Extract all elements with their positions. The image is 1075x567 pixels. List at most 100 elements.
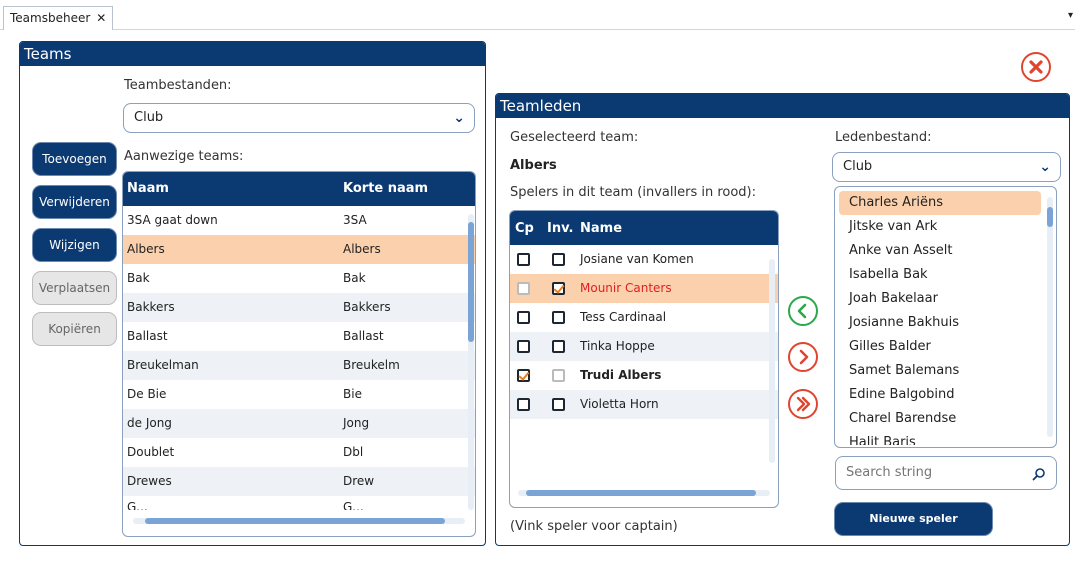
column-header-name[interactable]: Name [580,221,622,236]
column-header-cp[interactable]: Cp [515,221,534,236]
player-name: Josiane van Komen [580,252,694,266]
wijzigen-button[interactable]: Wijzigen [33,229,116,261]
player-name: Tinka Hoppe [580,339,655,353]
column-header-naam[interactable]: Naam [127,181,169,196]
kopieren-button[interactable]: Kopiëren [33,313,116,345]
teambestanden-value: Club [134,110,164,125]
list-item[interactable]: Gilles Balder [839,335,1041,359]
team-short-name: Ballast [343,329,384,343]
player-row-selected[interactable]: Mounir Canters [510,274,778,303]
vertical-scrollbar[interactable] [1047,197,1053,437]
team-name: Albers [127,242,165,256]
team-short-name: Albers [343,242,381,256]
team-short-name: Bie [343,387,362,401]
table-row[interactable]: Drewes Drew [123,467,475,496]
close-tab-icon[interactable]: ✕ [96,11,106,25]
player-row[interactable]: Tinka Hoppe [510,332,778,361]
add-to-team-button[interactable] [788,296,818,326]
table-row[interactable]: 3SA gaat down 3SA [123,206,475,235]
chevron-left-icon [797,303,807,319]
table-row-selected[interactable]: Albers Albers [123,235,475,264]
table-row[interactable]: Bak Bak [123,264,475,293]
list-item-selected[interactable]: Charles Ariëns [839,191,1041,215]
vertical-scrollbar[interactable] [468,214,474,510]
table-row[interactable]: Bakkers Bakkers [123,293,475,322]
list-item[interactable]: Joah Bakelaar [839,287,1041,311]
table-row[interactable]: de Jong Jong [123,409,475,438]
players-table-header: Cp Inv. Name [510,211,778,245]
team-short-name: Jong [343,416,370,430]
tab-teamsbeheer[interactable]: Teamsbeheer ✕ [3,6,114,30]
scrollbar-thumb[interactable] [145,518,445,524]
team-short-name: Bak [343,271,366,285]
table-row[interactable]: Doublet Dbl [123,438,475,467]
ledenbestand-label: Ledenbestand: [835,130,932,145]
team-name: Doublet [127,445,175,459]
player-row[interactable]: Tess Cardinaal [510,303,778,332]
table-row[interactable]: Breukelman Breukelm [123,351,475,380]
nieuwe-speler-toevoegen-button[interactable]: Nieuwe speler toevoegen [835,503,992,557]
table-row[interactable]: G... G... [123,496,475,510]
list-item[interactable]: Edine Balgobind [839,383,1041,407]
verwijderen-button[interactable]: Verwijderen [33,186,116,218]
list-item[interactable]: Jitske van Ark [839,215,1041,239]
player-name: Trudi Albers [580,368,662,382]
scrollbar-thumb[interactable] [1047,207,1053,227]
list-item[interactable]: Josianne Bakhuis [839,311,1041,335]
ledenbestand-select[interactable]: Club ⌄ [832,152,1061,182]
horizontal-scrollbar[interactable] [133,518,465,524]
spelers-label: Spelers in dit team (invallers in rood): [510,185,757,200]
team-name: Bak [127,271,150,285]
captain-checkbox[interactable] [517,311,530,324]
team-name: de Jong [127,416,172,430]
invaller-checkbox[interactable] [552,311,565,324]
player-row[interactable]: Josiane van Komen [510,245,778,274]
table-row[interactable]: Ballast Ballast [123,322,475,351]
team-name: Breukelman [127,358,199,372]
list-item[interactable]: Anke van Asselt [839,239,1041,263]
verplaatsen-button[interactable]: Verplaatsen [33,272,116,304]
teambestanden-select[interactable]: Club ⌄ [123,103,475,133]
player-name: Tess Cardinaal [580,310,667,324]
invaller-checkbox[interactable] [552,253,565,266]
column-header-korte-naam[interactable]: Korte naam [343,181,428,196]
invaller-checkbox[interactable] [552,340,565,353]
vertical-scrollbar[interactable] [769,259,775,463]
invaller-checkbox[interactable] [552,369,565,382]
chevron-down-icon: ⌄ [453,110,465,126]
captain-hint: (Vink speler voor captain) [510,519,678,534]
captain-checkbox[interactable] [517,282,530,295]
list-item[interactable]: Halit Baris [839,431,1041,445]
search-icon[interactable] [1032,467,1046,481]
player-row[interactable]: Trudi Albers [510,361,778,390]
scrollbar-thumb[interactable] [468,222,474,342]
members-list: Charles Ariëns Jitske van Ark Anke van A… [834,186,1057,448]
double-chevron-right-icon [796,396,811,412]
list-item[interactable]: Charel Barendse [839,407,1041,431]
search-field[interactable] [835,456,1057,490]
captain-checkbox[interactable] [517,369,530,382]
team-name: Ballast [127,329,168,343]
team-short-name: Breukelm [343,358,400,372]
invaller-checkbox[interactable] [552,398,565,411]
table-row[interactable]: De Bie Bie [123,380,475,409]
team-name: 3SA gaat down [127,213,218,227]
list-item[interactable]: Samet Balemans [839,359,1041,383]
player-row[interactable]: Violetta Horn [510,390,778,419]
captain-checkbox[interactable] [517,253,530,266]
tab-menu-icon[interactable]: ▾ [1068,10,1073,21]
team-name: G... [127,500,148,510]
team-short-name: Bakkers [343,300,391,314]
scrollbar-thumb[interactable] [526,490,756,496]
search-input[interactable] [846,465,1026,480]
close-window-button[interactable] [1021,52,1051,82]
invaller-checkbox[interactable] [552,282,565,295]
list-item[interactable]: Isabella Bak [839,263,1041,287]
toevoegen-button[interactable]: Toevoegen [33,143,116,175]
captain-checkbox[interactable] [517,340,530,353]
horizontal-scrollbar[interactable] [518,490,770,496]
column-header-inv[interactable]: Inv. [547,221,573,236]
remove-all-button[interactable] [788,389,818,419]
remove-from-team-button[interactable] [788,342,818,372]
captain-checkbox[interactable] [517,398,530,411]
